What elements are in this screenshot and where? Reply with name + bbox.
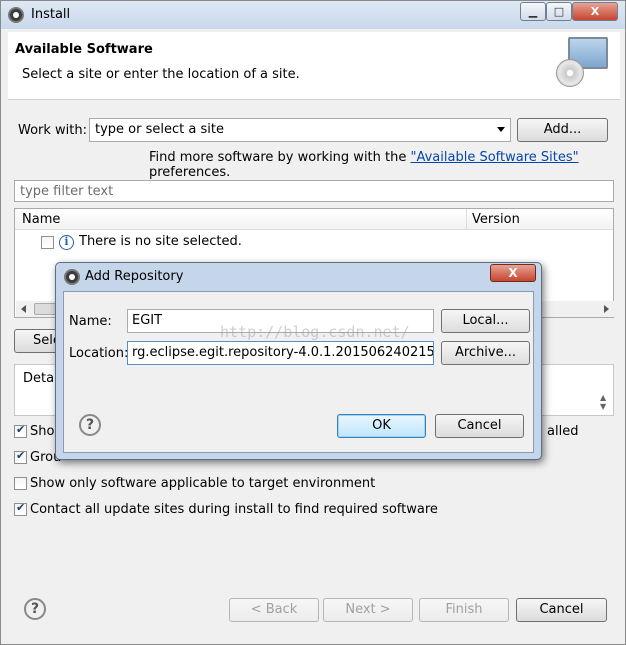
local-button[interactable]: Local... xyxy=(441,309,530,333)
eclipse-icon xyxy=(64,269,80,285)
location-field[interactable]: rg.eclipse.egit.repository-4.0.1.2015062… xyxy=(127,341,434,365)
location-label: Location: xyxy=(69,346,129,361)
minimize-button[interactable]: ▁ xyxy=(520,2,546,21)
finish-button[interactable]: Finish xyxy=(419,598,509,622)
title-bar: Install ▁ □ X xyxy=(1,1,625,29)
scroll-right-icon[interactable] xyxy=(604,305,609,313)
column-version[interactable]: Version xyxy=(472,212,520,227)
next-button[interactable]: Next > xyxy=(323,598,413,622)
archive-button[interactable]: Archive... xyxy=(441,341,530,365)
target-env-label: Show only software applicable to target … xyxy=(30,476,376,491)
name-label: Name: xyxy=(69,314,112,329)
details-scroll-icon[interactable]: ▲ ▼ xyxy=(600,393,606,411)
find-more-text: Find more software by working with the "… xyxy=(149,150,625,180)
find-more-suffix: preferences. xyxy=(149,165,231,180)
add-repository-dialog: Add Repository X Name: EGIT Local... Loc… xyxy=(55,262,542,460)
target-env-checkbox[interactable] xyxy=(14,477,27,490)
scroll-left-icon[interactable] xyxy=(21,305,26,313)
work-with-value: type or select a site xyxy=(95,122,224,137)
header-banner: Available Software Select a site or ente… xyxy=(8,32,620,100)
page-subtitle: Select a site or enter the location of a… xyxy=(22,67,300,82)
cancel-button[interactable]: Cancel xyxy=(516,598,607,622)
eclipse-icon xyxy=(8,7,24,23)
installed-label-suffix: alled xyxy=(547,424,579,439)
ok-button[interactable]: OK xyxy=(337,414,426,438)
work-with-label: Work with: xyxy=(18,123,88,138)
contact-sites-label: Contact all update sites during install … xyxy=(30,502,438,517)
back-button[interactable]: < Back xyxy=(229,598,319,622)
help-icon[interactable]: ? xyxy=(24,598,46,620)
dialog-title: Add Repository xyxy=(85,269,184,284)
watermark: http://blog.csdn.net/ xyxy=(220,323,410,341)
available-software-sites-link[interactable]: "Available Software Sites" xyxy=(411,150,579,165)
dialog-body: Name: EGIT Local... Location: rg.eclipse… xyxy=(63,291,534,453)
dialog-cancel-button[interactable]: Cancel xyxy=(435,414,524,438)
show-latest-checkbox[interactable] xyxy=(14,423,27,438)
tree-item-checkbox[interactable] xyxy=(41,236,54,249)
dialog-close-button[interactable]: X xyxy=(490,264,536,282)
window-title: Install xyxy=(31,7,71,22)
help-icon[interactable]: ? xyxy=(79,414,101,436)
tree-header: Name Version xyxy=(15,209,613,230)
info-icon: i xyxy=(59,235,74,250)
find-more-prefix: Find more software by working with the xyxy=(149,150,411,165)
contact-sites-checkbox[interactable] xyxy=(14,501,27,516)
column-name[interactable]: Name xyxy=(22,212,60,227)
maximize-button[interactable]: □ xyxy=(546,2,572,21)
add-button[interactable]: Add... xyxy=(517,118,608,142)
install-software-icon xyxy=(556,37,608,89)
close-button[interactable]: X xyxy=(572,2,618,21)
work-with-combo[interactable]: type or select a site xyxy=(89,118,511,142)
empty-message: There is no site selected. xyxy=(79,234,242,249)
filter-input[interactable]: type filter text xyxy=(14,180,614,202)
group-items-checkbox[interactable] xyxy=(14,449,27,464)
chevron-down-icon[interactable] xyxy=(497,127,505,132)
page-title: Available Software xyxy=(15,42,153,57)
